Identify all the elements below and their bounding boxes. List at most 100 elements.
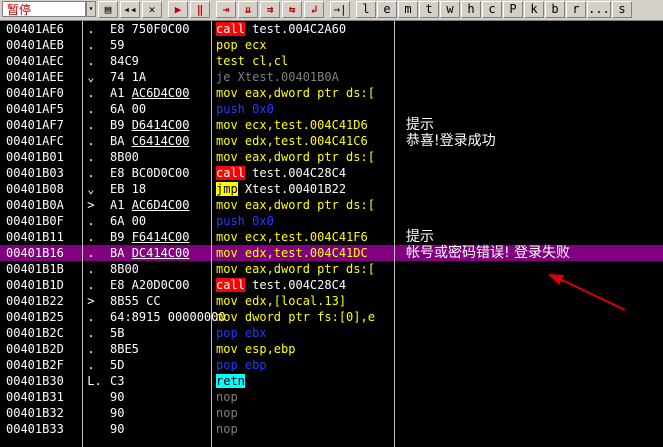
disasm-row[interactable]: 00401B03 . E8 BC0D0C00 call test.004C28C4 [0, 165, 663, 181]
close-icon[interactable]: ✕ [142, 1, 162, 18]
instruction: mov ecx,test.004C41D6 [216, 117, 368, 133]
disasm-row[interactable]: 00401AF5 . 6A 00 push 0x0 [0, 101, 663, 117]
disasm-row[interactable]: 00401AEB . 59 pop ecx [0, 37, 663, 53]
instruction: mov dword ptr fs:[0],e [216, 309, 375, 325]
hex-bytes: E8 A20D0C00 [110, 278, 190, 292]
disassembly-pane[interactable]: 00401AE6 . E8 750F0C00 call test.004C2A60 0… [0, 21, 663, 447]
mnemonic: mov eax,dword ptr ds:[ [216, 86, 375, 100]
hex-bytes: 90 [110, 390, 125, 404]
hex-bytes: C3 [110, 374, 125, 388]
window-button-e[interactable]: e [377, 1, 397, 18]
instruction: push 0x0 [216, 213, 274, 229]
execute-till-return-icon[interactable]: ↲ [304, 1, 324, 18]
disasm-row[interactable]: 00401B22 >8B55 CC mov edx,[local.13] [0, 293, 663, 309]
disasm-row[interactable]: 00401B08 ⌄ EB 18 jmp Xtest.00401B22 [0, 181, 663, 197]
hex-bytes: EB 18 [110, 182, 147, 196]
disasm-row[interactable]: 00401AFC . BA C6414C00 mov edx,test.004C41… [0, 133, 663, 149]
disasm-row[interactable]: 00401B30 L. C3 retn [0, 373, 663, 389]
disasm-row[interactable]: 00401AEE ⌄ 74 1A je Xtest.00401B0A [0, 69, 663, 85]
hex-bytes: 84C9 [110, 54, 139, 68]
window-button-more[interactable]: ... [587, 1, 611, 18]
instruction: je Xtest.00401B0A [216, 69, 339, 85]
mnemonic: nop [216, 422, 238, 436]
instruction: mov eax,dword ptr ds:[ [216, 261, 375, 277]
disasm-row[interactable]: 00401B11 . B9 F6414C00 mov ecx,test.004C41… [0, 229, 663, 245]
mnemonic: retn [216, 374, 245, 388]
disasm-row[interactable]: 00401B0A > A1 AC6D4C00 mov eax,dword ptr d… [0, 197, 663, 213]
status-dropdown-icon[interactable]: ▾ [86, 1, 96, 17]
address: 00401AFC [6, 134, 64, 148]
disasm-row[interactable]: 00401B2F . 5D pop ebp [0, 357, 663, 373]
comment: 提示 [406, 117, 434, 133]
address: 00401AEB [6, 38, 64, 52]
trace-into-icon[interactable]: ⇉ [260, 1, 280, 18]
mnemonic: mov eax,dword ptr ds:[ [216, 262, 375, 276]
mnemonic: mov dword ptr fs:[0],e [216, 310, 375, 324]
disasm-row[interactable]: 00401B25 . 64:8915 00000000 mov dword ptr … [0, 309, 663, 325]
hex-bytes: E8 BC0D0C00 [110, 166, 190, 180]
disasm-row[interactable]: 00401B1B . 8B00 mov eax,dword ptr ds:[ [0, 261, 663, 277]
mnemonic: mov edx,test.004C41C6 [216, 134, 368, 148]
disasm-row[interactable]: 00401B33 90 nop [0, 421, 663, 437]
mnemonic: mov edx,test.004C41DC [216, 246, 368, 260]
address: 00401B03 [6, 166, 64, 180]
address: 00401AE6 [6, 22, 64, 36]
hex-bytes: A1 AC6D4C00 [110, 86, 190, 100]
disasm-row[interactable]: 00401AE6 . E8 750F0C00 call test.004C2A60 [0, 21, 663, 37]
rewind-icon[interactable]: ◂◂ [120, 1, 140, 18]
disasm-row[interactable]: 00401B0F . 6A 00 push 0x0 [0, 213, 663, 229]
window-button-s[interactable]: s [612, 1, 632, 18]
mnemonic: push 0x0 [216, 102, 274, 116]
go-to-icon[interactable]: →| [330, 1, 350, 18]
mnemonic: pop ebp [216, 358, 267, 372]
hex-bytes: B9 F6414C00 [110, 230, 190, 244]
comment: 提示 [406, 229, 434, 245]
mnemonic: pop ebx [216, 326, 267, 340]
address: 00401B1D [6, 278, 64, 292]
selected-row[interactable]: 00401B16 . BA DC414C00 mov edx,test.004C41… [0, 245, 663, 261]
window-button-k[interactable]: k [524, 1, 544, 18]
operands: test.004C28C4 [244, 166, 347, 180]
toolbar: 暂停 ▾ ▤ ◂◂ ✕ ▶ ‖ ⇥ ⇊ ⇉ ⇆ ↲ →| l e m t w h c Pk b r... s [0, 0, 663, 21]
window-button-b[interactable]: b [545, 1, 565, 18]
window-button-r[interactable]: r [566, 1, 586, 18]
hex-bytes: 8B00 [110, 150, 139, 164]
disasm-row[interactable]: 00401B2D . 8BE5 mov esp,ebp [0, 341, 663, 357]
disasm-row[interactable]: 00401B2C . 5B pop ebx [0, 325, 663, 341]
operands: Xtest.00401B22 [237, 182, 347, 196]
window-button-l[interactable]: l [356, 1, 376, 18]
address: 00401B0A [6, 198, 64, 212]
mnemonic: nop [216, 406, 238, 420]
window-button-h[interactable]: h [461, 1, 481, 18]
hex-bytes: 5D [110, 358, 125, 372]
window-button-w[interactable]: w [440, 1, 460, 18]
disasm-row[interactable]: 00401AEC . 84C9 test cl,cl [0, 53, 663, 69]
instruction: call test.004C28C4 [216, 277, 346, 293]
disasm-row[interactable]: 00401AF0 . A1 AC6D4C00 mov eax,dword ptr d… [0, 85, 663, 101]
hex-bytes: BA C6414C00 [110, 134, 190, 148]
instruction: test cl,cl [216, 53, 288, 69]
address: 00401B2D [6, 342, 64, 356]
step-over-icon[interactable]: ⇊ [238, 1, 258, 18]
window-button-t[interactable]: t [419, 1, 439, 18]
trace-over-icon[interactable]: ⇆ [282, 1, 302, 18]
disasm-row[interactable]: 00401B1D . E8 A20D0C00 call test.004C28C4 [0, 277, 663, 293]
step-into-icon[interactable]: ⇥ [216, 1, 236, 18]
window-button-P[interactable]: P [503, 1, 523, 18]
disasm-row[interactable]: 00401B01 . 8B00 mov eax,dword ptr ds:[ [0, 149, 663, 165]
open-file-icon[interactable]: ▤ [98, 1, 118, 18]
instruction: mov ecx,test.004C41F6 [216, 229, 368, 245]
address: 00401AF7 [6, 118, 64, 132]
disasm-row[interactable]: 00401B31 90 nop [0, 389, 663, 405]
pause-icon[interactable]: ‖ [190, 1, 210, 18]
instruction: mov eax,dword ptr ds:[ [216, 149, 375, 165]
disasm-row[interactable]: 00401AF7 . B9 D6414C00 mov ecx,test.004C41… [0, 117, 663, 133]
column-divider [394, 21, 395, 447]
hex-bytes: A1 AC6D4C00 [110, 198, 190, 212]
instruction: nop [216, 421, 238, 437]
run-icon[interactable]: ▶ [168, 1, 188, 18]
window-button-m[interactable]: m [398, 1, 418, 18]
mnemonic: jmp [216, 182, 238, 196]
disasm-row[interactable]: 00401B32 90 nop [0, 405, 663, 421]
window-button-c[interactable]: c [482, 1, 502, 18]
